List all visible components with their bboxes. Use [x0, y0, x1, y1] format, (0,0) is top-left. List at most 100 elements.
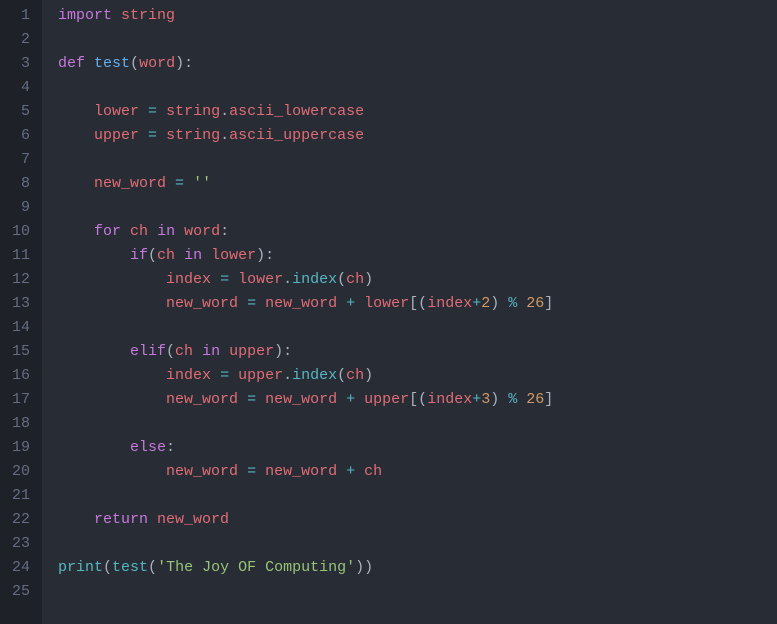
- code-line[interactable]: lower = string.ascii_lowercase: [58, 100, 777, 124]
- line-number: 7: [8, 148, 30, 172]
- code-token: index: [166, 271, 211, 288]
- code-token: [85, 55, 94, 72]
- code-token: lower: [238, 271, 283, 288]
- code-line[interactable]: def test(word):: [58, 52, 777, 76]
- code-token: upper: [364, 391, 409, 408]
- code-line[interactable]: new_word = new_word + lower[(index+2) % …: [58, 292, 777, 316]
- code-token: [355, 295, 364, 312]
- code-line[interactable]: for ch in word:: [58, 220, 777, 244]
- code-line[interactable]: [58, 28, 777, 52]
- line-number: 1: [8, 4, 30, 28]
- code-token: [58, 175, 94, 192]
- code-token: [148, 223, 157, 240]
- code-line[interactable]: if(ch in lower):: [58, 244, 777, 268]
- code-line[interactable]: [58, 196, 777, 220]
- code-token: ch: [364, 463, 382, 480]
- code-token: upper: [94, 127, 139, 144]
- code-token: (: [103, 559, 112, 576]
- code-token: ]: [544, 295, 553, 312]
- code-line[interactable]: [58, 580, 777, 604]
- code-editor[interactable]: 1234567891011121314151617181920212223242…: [0, 0, 777, 624]
- code-line[interactable]: [58, 412, 777, 436]
- code-line[interactable]: return new_word: [58, 508, 777, 532]
- code-token: 2: [481, 295, 490, 312]
- code-token: [256, 463, 265, 480]
- code-token: ch: [130, 223, 148, 240]
- code-token: elif: [130, 343, 166, 360]
- code-token: string: [166, 127, 220, 144]
- code-line[interactable]: [58, 76, 777, 100]
- code-token: [202, 247, 211, 264]
- code-token: (: [337, 271, 346, 288]
- code-line[interactable]: print(test('The Joy OF Computing')): [58, 556, 777, 580]
- code-token: :: [166, 439, 175, 456]
- code-token: [256, 295, 265, 312]
- code-line[interactable]: [58, 532, 777, 556]
- code-line[interactable]: [58, 148, 777, 172]
- code-line[interactable]: [58, 316, 777, 340]
- code-token: [139, 103, 148, 120]
- code-token: [139, 127, 148, 144]
- code-token: %: [508, 391, 517, 408]
- code-token: [337, 391, 346, 408]
- line-number: 17: [8, 388, 30, 412]
- code-token: [229, 271, 238, 288]
- line-number: 22: [8, 508, 30, 532]
- code-token: def: [58, 55, 85, 72]
- code-token: ): [364, 367, 373, 384]
- code-token: ch: [346, 367, 364, 384]
- line-number-gutter: 1234567891011121314151617181920212223242…: [0, 0, 42, 624]
- code-token: ): [364, 271, 373, 288]
- code-token: '': [193, 175, 211, 192]
- line-number: 14: [8, 316, 30, 340]
- code-line[interactable]: elif(ch in upper):: [58, 340, 777, 364]
- code-token: lower: [94, 103, 139, 120]
- code-token: index: [292, 367, 337, 384]
- code-token: [337, 295, 346, 312]
- code-token: ):: [256, 247, 274, 264]
- code-token: ):: [175, 55, 193, 72]
- code-token: [58, 223, 94, 240]
- line-number: 2: [8, 28, 30, 52]
- line-number: 10: [8, 220, 30, 244]
- code-token: [112, 7, 121, 24]
- code-area[interactable]: import string def test(word): lower = str…: [42, 0, 777, 624]
- code-line[interactable]: import string: [58, 4, 777, 28]
- code-line[interactable]: index = upper.index(ch): [58, 364, 777, 388]
- code-line[interactable]: new_word = new_word + upper[(index+3) % …: [58, 388, 777, 412]
- code-token: 26: [526, 295, 544, 312]
- code-token: [229, 367, 238, 384]
- code-token: upper: [229, 343, 274, 360]
- code-token: new_word: [166, 463, 238, 480]
- code-line[interactable]: index = lower.index(ch): [58, 268, 777, 292]
- code-token: [193, 343, 202, 360]
- code-line[interactable]: else:: [58, 436, 777, 460]
- code-token: =: [247, 463, 256, 480]
- line-number: 24: [8, 556, 30, 580]
- code-token: for: [94, 223, 121, 240]
- code-token: new_word: [94, 175, 166, 192]
- code-line[interactable]: upper = string.ascii_uppercase: [58, 124, 777, 148]
- code-token: .: [220, 127, 229, 144]
- code-line[interactable]: [58, 484, 777, 508]
- line-number: 16: [8, 364, 30, 388]
- code-token: [58, 391, 166, 408]
- code-token: [211, 271, 220, 288]
- code-token: ch: [346, 271, 364, 288]
- code-token: if: [130, 247, 148, 264]
- code-token: string: [121, 7, 175, 24]
- code-line[interactable]: new_word = '': [58, 172, 777, 196]
- code-token: test: [94, 55, 130, 72]
- code-token: [121, 223, 130, 240]
- code-token: index: [166, 367, 211, 384]
- line-number: 23: [8, 532, 30, 556]
- code-token: [517, 391, 526, 408]
- code-token: [58, 511, 94, 528]
- code-token: [355, 463, 364, 480]
- code-token: [175, 247, 184, 264]
- code-token: [58, 439, 130, 456]
- code-token: ch: [175, 343, 193, 360]
- code-token: .: [220, 103, 229, 120]
- line-number: 3: [8, 52, 30, 76]
- code-line[interactable]: new_word = new_word + ch: [58, 460, 777, 484]
